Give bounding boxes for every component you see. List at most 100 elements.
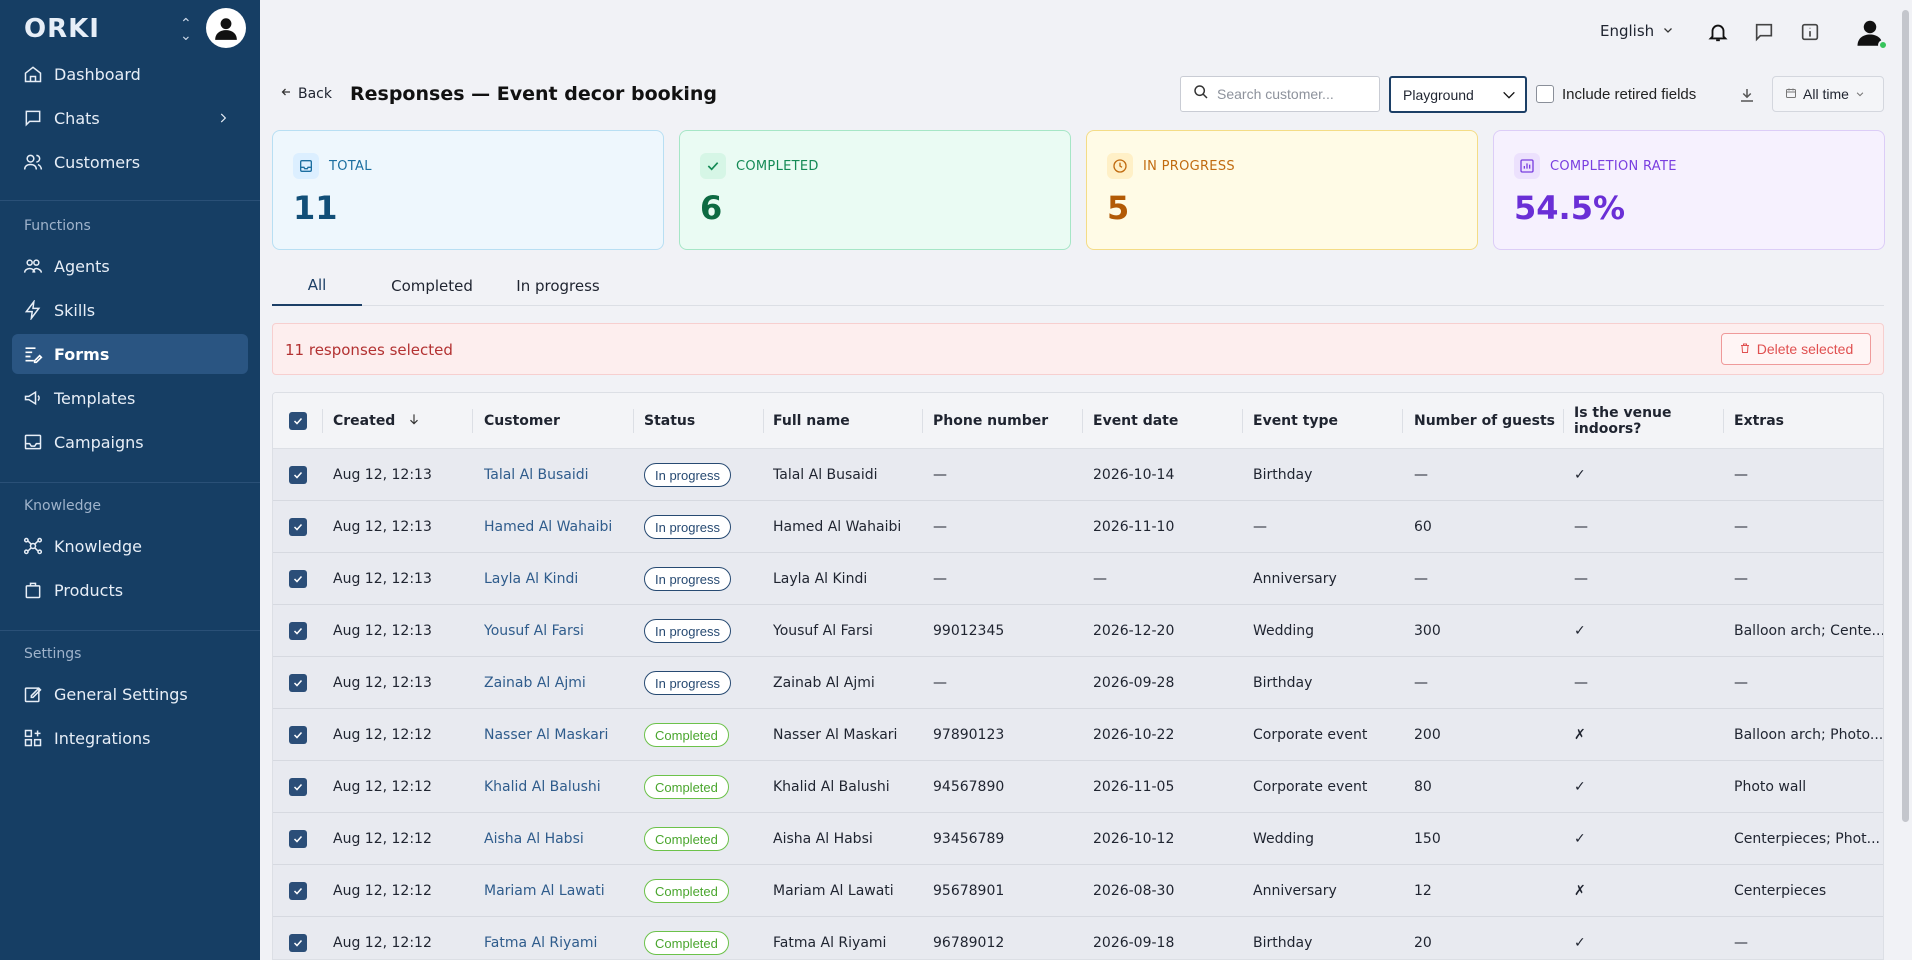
row-checkbox[interactable] bbox=[289, 882, 307, 900]
cell-created: Aug 12, 12:13 bbox=[333, 623, 432, 639]
sidebar-item-integrations[interactable]: Integrations bbox=[12, 718, 248, 758]
column-header-extras[interactable]: Extras bbox=[1734, 393, 1883, 449]
cell-extras: Centerpieces bbox=[1734, 883, 1827, 899]
sidebar-item-general-settings[interactable]: General Settings bbox=[12, 674, 248, 714]
cell-type: Birthday bbox=[1253, 935, 1313, 951]
table-row[interactable]: Aug 12, 12:12 Aisha Al Habsi Completed Aish… bbox=[273, 813, 1883, 865]
cell-customer[interactable]: Khalid Al Balushi bbox=[484, 761, 634, 813]
row-checkbox[interactable] bbox=[289, 934, 307, 952]
sort-down-icon[interactable] bbox=[407, 412, 421, 430]
table-row[interactable]: Aug 12, 12:12 Khalid Al Balushi Completed K… bbox=[273, 761, 1883, 813]
status-badge: In progress bbox=[644, 515, 732, 539]
cell-customer[interactable]: Hamed Al Wahaibi bbox=[484, 501, 634, 553]
workspace-switch-icon[interactable]: ⌃ ⌄ bbox=[180, 17, 192, 43]
table-row[interactable]: Aug 12, 12:12 Nasser Al Maskari Completed N… bbox=[273, 709, 1883, 761]
network-icon bbox=[22, 535, 44, 557]
table-row[interactable]: Aug 12, 12:13 Layla Al Kindi In progress La… bbox=[273, 553, 1883, 605]
row-select-cell bbox=[289, 865, 323, 917]
row-select-cell bbox=[289, 553, 323, 605]
column-header-event-date[interactable]: Event date bbox=[1093, 393, 1243, 449]
sidebar-item-agents[interactable]: Agents bbox=[12, 246, 248, 286]
column-header-event-type[interactable]: Event type bbox=[1253, 393, 1403, 449]
scrollbar-thumb[interactable] bbox=[1902, 10, 1909, 822]
row-checkbox[interactable] bbox=[289, 518, 307, 536]
column-header-status[interactable]: Status bbox=[644, 393, 764, 449]
tab-all[interactable]: All bbox=[272, 266, 362, 306]
sidebar: ORKI ⌃ ⌄ Dashboard Chats Customers Functi… bbox=[0, 0, 260, 960]
sidebar-item-skills[interactable]: Skills bbox=[12, 290, 248, 330]
delete-selected-button[interactable]: Delete selected bbox=[1721, 333, 1871, 365]
brand-logo[interactable]: ORKI bbox=[24, 16, 124, 40]
cell-customer[interactable]: Talal Al Busaidi bbox=[484, 449, 634, 501]
cell-customer[interactable]: Yousuf Al Farsi bbox=[484, 605, 634, 657]
date-range-button[interactable]: All time bbox=[1772, 76, 1884, 112]
search-input[interactable] bbox=[1217, 86, 1367, 102]
sidebar-item-products[interactable]: Products bbox=[12, 570, 248, 610]
status-badge: Completed bbox=[644, 931, 729, 955]
sidebar-item-forms[interactable]: Forms bbox=[12, 334, 248, 374]
scrollbar[interactable] bbox=[1899, 0, 1912, 960]
row-checkbox[interactable] bbox=[289, 726, 307, 744]
column-header-number-of-guests[interactable]: Number of guests bbox=[1414, 393, 1564, 449]
table-row[interactable]: Aug 12, 12:12 Mariam Al Lawati Completed Ma… bbox=[273, 865, 1883, 917]
download-icon[interactable] bbox=[1736, 84, 1758, 106]
column-header-full-name[interactable]: Full name bbox=[773, 393, 923, 449]
row-checkbox[interactable] bbox=[289, 570, 307, 588]
row-checkbox[interactable] bbox=[289, 622, 307, 640]
column-header-phone-number[interactable]: Phone number bbox=[933, 393, 1083, 449]
cell-date: 2026-09-28 bbox=[1093, 675, 1175, 691]
table-row[interactable]: Aug 12, 12:12 Fatma Al Riyami Completed Fat… bbox=[273, 917, 1883, 959]
table-row[interactable]: Aug 12, 12:13 Zainab Al Ajmi In progress Za… bbox=[273, 657, 1883, 709]
cell-phone: 94567890 bbox=[933, 779, 1005, 795]
include-retired-toggle[interactable]: Include retired fields bbox=[1536, 85, 1696, 103]
cell-customer[interactable]: Fatma Al Riyami bbox=[484, 917, 634, 959]
cell-type: Corporate event bbox=[1253, 727, 1368, 743]
notification-icon[interactable] bbox=[1706, 20, 1730, 44]
stat-label: COMPLETED bbox=[736, 159, 819, 174]
cell-name: Talal Al Busaidi bbox=[773, 467, 878, 483]
workspace-avatar[interactable] bbox=[206, 8, 246, 48]
row-select-cell bbox=[289, 449, 323, 501]
cell-customer[interactable]: Aisha Al Habsi bbox=[484, 813, 634, 865]
row-select-cell bbox=[289, 605, 323, 657]
tab-in-progress[interactable]: In progress bbox=[498, 266, 618, 306]
row-checkbox[interactable] bbox=[289, 466, 307, 484]
table-row[interactable]: Aug 12, 12:13 Yousuf Al Farsi In progress Y… bbox=[273, 605, 1883, 657]
cell-customer[interactable]: Zainab Al Ajmi bbox=[484, 657, 634, 709]
sidebar-item-dashboard[interactable]: Dashboard bbox=[12, 54, 248, 94]
cell-extras: Centerpieces; Phot... bbox=[1734, 831, 1881, 847]
column-header-venue-indoors[interactable]: Is the venue indoors? bbox=[1574, 393, 1724, 449]
sidebar-item-knowledge[interactable]: Knowledge bbox=[12, 526, 248, 566]
column-header-customer[interactable]: Customer bbox=[484, 393, 634, 449]
cell-customer[interactable]: Layla Al Kindi bbox=[484, 553, 634, 605]
arrow-left-icon bbox=[280, 86, 292, 102]
cell-status: Completed bbox=[644, 709, 764, 761]
language-select[interactable]: English bbox=[1600, 22, 1674, 40]
row-checkbox[interactable] bbox=[289, 778, 307, 796]
sidebar-item-templates[interactable]: Templates bbox=[12, 378, 248, 418]
row-checkbox[interactable] bbox=[289, 674, 307, 692]
table-row[interactable]: Aug 12, 12:13 Talal Al Busaidi In progress… bbox=[273, 449, 1883, 501]
back-button[interactable]: Back bbox=[280, 86, 332, 102]
search-box[interactable] bbox=[1180, 76, 1380, 112]
tab-completed[interactable]: Completed bbox=[372, 266, 492, 306]
column-header-created[interactable]: Created bbox=[333, 393, 473, 449]
chevron-right-icon[interactable] bbox=[216, 110, 230, 129]
select-all-checkbox[interactable] bbox=[289, 412, 307, 430]
sidebar-item-chats[interactable]: Chats bbox=[12, 98, 248, 138]
cell-customer[interactable]: Mariam Al Lawati bbox=[484, 865, 634, 917]
sidebar-item-customers[interactable]: Customers bbox=[12, 142, 248, 182]
cell-created: Aug 12, 12:13 bbox=[333, 571, 432, 587]
home-icon bbox=[22, 63, 44, 85]
include-retired-checkbox[interactable] bbox=[1536, 85, 1554, 103]
environment-select[interactable]: Playground bbox=[1389, 76, 1527, 113]
info-icon[interactable] bbox=[1798, 20, 1822, 44]
row-checkbox[interactable] bbox=[289, 830, 307, 848]
message-icon[interactable] bbox=[1752, 20, 1776, 44]
table-row[interactable]: Aug 12, 12:13 Hamed Al Wahaibi In progress… bbox=[273, 501, 1883, 553]
cell-customer[interactable]: Nasser Al Maskari bbox=[484, 709, 634, 761]
stat-card-in-progress: IN PROGRESS 5 bbox=[1086, 130, 1478, 250]
sidebar-item-campaigns[interactable]: Campaigns bbox=[12, 422, 248, 462]
cell-date: 2026-10-22 bbox=[1093, 727, 1175, 743]
cell-name: Layla Al Kindi bbox=[773, 571, 868, 587]
